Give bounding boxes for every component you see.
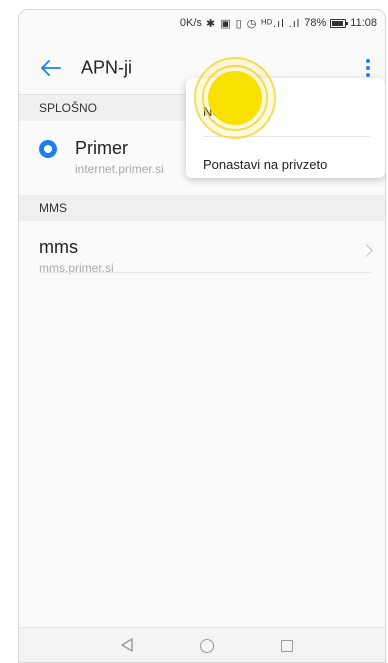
circle-home-icon[interactable]: [200, 639, 214, 653]
arrow-left-icon[interactable]: [39, 56, 63, 80]
page-title: APN-ji: [81, 57, 133, 78]
menu-item-reset-default[interactable]: Ponastavi na privzeto: [203, 157, 327, 172]
battery-percent: 78%: [304, 17, 327, 29]
apn-item-mms[interactable]: mms mms.primer.si: [19, 222, 385, 282]
battery-icon: [330, 18, 349, 28]
status-bar: 0K/s ✱ ▣ ▯ ◷ ᴴᴰ.ıl .ıl 78% 11:08: [19, 10, 385, 36]
chevron-right-icon: [360, 244, 373, 257]
tap-dot: [208, 71, 262, 125]
status-icons: ✱ ▣ ▯ ◷ ᴴᴰ.ıl .ıl: [205, 17, 301, 30]
square-recent-icon[interactable]: [281, 640, 293, 652]
radio-selected-icon[interactable]: [39, 140, 57, 158]
divider: [39, 272, 371, 273]
section-header-mms: MMS: [19, 195, 385, 221]
network-speed: 0K/s: [179, 17, 202, 29]
apn-name: Primer: [75, 138, 128, 158]
apn-name: mms: [39, 237, 78, 257]
phone-screen: 0K/s ✱ ▣ ▯ ◷ ᴴᴰ.ıl .ıl 78% 11:08 APN-ji …: [18, 9, 386, 663]
more-vert-icon[interactable]: [361, 56, 375, 80]
apn-address: internet.primer.si: [75, 162, 164, 176]
navigation-bar: [19, 627, 385, 662]
tap-indicator: [194, 57, 276, 139]
clock: 11:08: [350, 17, 377, 29]
triangle-back-icon[interactable]: [120, 638, 134, 652]
